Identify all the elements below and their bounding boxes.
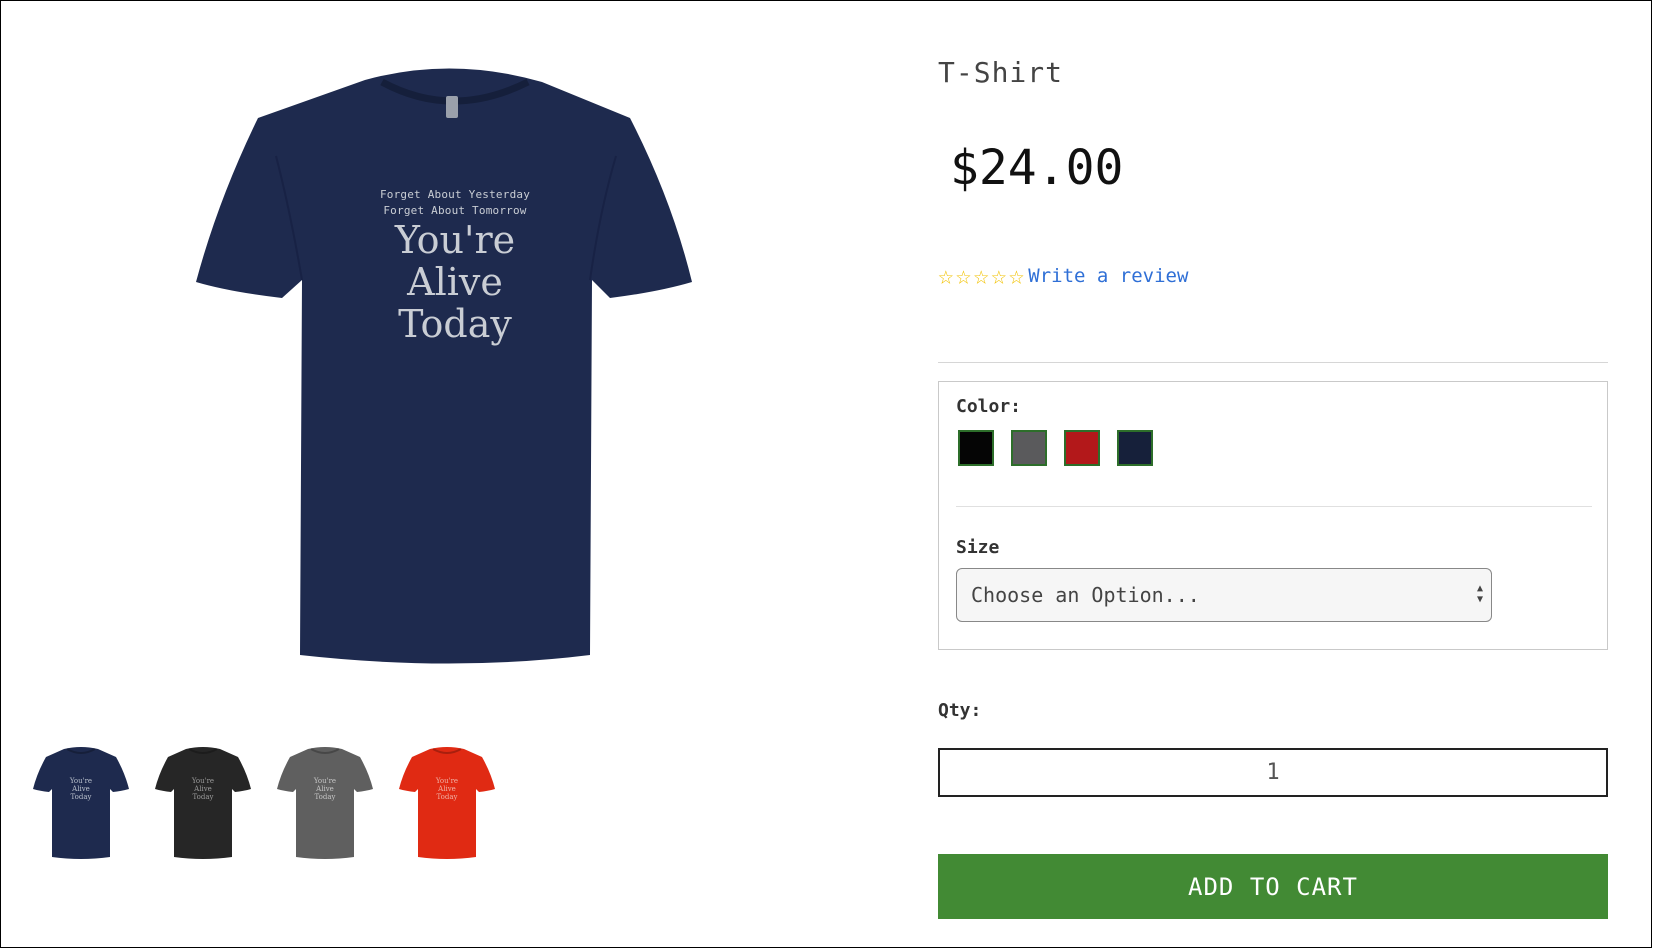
size-select[interactable]: Choose an Option... ▲ ▼: [956, 568, 1492, 622]
thumbnail-print: You're Alive Today: [276, 777, 374, 801]
options-panel: Color: Size Choose an Option... ▲ ▼: [938, 381, 1608, 650]
print-line-3: You're: [394, 218, 516, 262]
color-swatch-1[interactable]: [958, 430, 994, 466]
options-divider: [956, 506, 1592, 507]
color-swatch-3[interactable]: [1064, 430, 1100, 466]
thumbnail-print-line: You're: [69, 777, 93, 785]
color-label: Color:: [956, 396, 1022, 417]
star-icon[interactable]: ☆: [991, 261, 1007, 291]
thumbnail-print-line: Today: [436, 793, 458, 801]
add-to-cart-button[interactable]: ADD TO CART: [938, 854, 1608, 919]
thumbnail-2[interactable]: You're Alive Today: [154, 745, 252, 863]
star-icon[interactable]: ☆: [973, 261, 989, 291]
print-line-4: Alive: [407, 260, 503, 304]
color-swatch-4[interactable]: [1117, 430, 1153, 466]
thumbnail-strip: You're Alive Today You're Alive Today You're Al…: [32, 745, 496, 863]
thumbnail-print-line: Alive: [438, 785, 456, 793]
thumbnail-4[interactable]: You're Alive Today: [398, 745, 496, 863]
thumbnail-shirt-graphic: [155, 747, 251, 859]
qty-input[interactable]: 1: [938, 748, 1608, 797]
thumbnail-print-line: You're: [313, 777, 337, 785]
thumbnail-print: You're Alive Today: [398, 777, 496, 801]
thumbnail-1[interactable]: You're Alive Today: [32, 745, 130, 863]
thumbnail-print-line: Alive: [72, 785, 90, 793]
star-rating[interactable]: ☆☆☆☆☆: [938, 262, 1026, 290]
size-label: Size: [956, 537, 1000, 558]
thumbnail-shirt-graphic: [399, 747, 495, 859]
product-price: $24.00: [950, 140, 1124, 196]
rating-row: ☆☆☆☆☆ Write a review: [938, 262, 1188, 290]
thumbnail-print: You're Alive Today: [32, 777, 130, 801]
product-title: T-Shirt: [938, 56, 1064, 89]
star-icon[interactable]: ☆: [938, 261, 954, 291]
star-icon[interactable]: ☆: [956, 261, 972, 291]
divider: [938, 362, 1608, 363]
print-line-2: Forget About Tomorrow: [383, 204, 527, 217]
size-select-value: Choose an Option...: [971, 583, 1200, 607]
color-swatch-2[interactable]: [1011, 430, 1047, 466]
tshirt-graphic: [196, 68, 692, 664]
qty-label: Qty:: [938, 700, 982, 721]
thumbnail-print-line: Today: [314, 793, 336, 801]
thumbnail-print-line: Alive: [194, 785, 212, 793]
color-swatches: [958, 430, 1153, 466]
thumbnail-print-line: You're: [435, 777, 459, 785]
thumbnail-shirt-graphic: [33, 747, 129, 859]
thumbnail-shirt-graphic: [277, 747, 373, 859]
main-product-image: Forget About Yesterday Forget About Tomo…: [190, 60, 720, 710]
thumbnail-3[interactable]: You're Alive Today: [276, 745, 374, 863]
thumbnail-print-line: Today: [70, 793, 92, 801]
thumbnail-print: You're Alive Today: [154, 777, 252, 801]
print-line-1: Forget About Yesterday: [379, 188, 531, 201]
thumbnail-print-line: Alive: [316, 785, 334, 793]
thumbnail-print-line: You're: [191, 777, 215, 785]
write-review-link[interactable]: Write a review: [1028, 265, 1188, 287]
star-icon[interactable]: ☆: [1009, 261, 1025, 291]
print-line-5: Today: [398, 302, 512, 346]
select-arrows-icon: ▲ ▼: [1476, 583, 1483, 605]
thumbnail-print-line: Today: [192, 793, 214, 801]
